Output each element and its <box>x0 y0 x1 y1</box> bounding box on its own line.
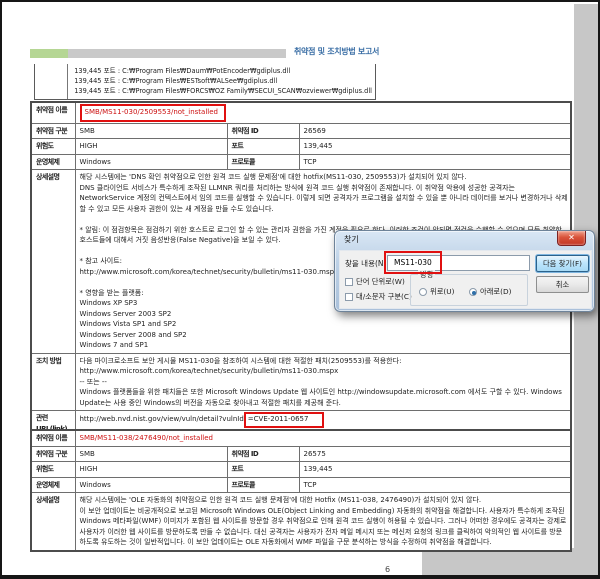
direction-down-label: 아래로(D) <box>480 287 512 296</box>
search-input[interactable]: MS11-030 <box>387 255 530 271</box>
table-row: 조치 방법 다음 마이크로소프트 보안 게시물 MS11-030을 참조하여 시스… <box>30 352 572 411</box>
red-annotation-box-cve-id: =CVE-2011-0657 <box>243 412 325 428</box>
red-annotation-box-vulnerability-name: SMB/MS11-030/2509553/not_installed <box>79 104 226 122</box>
row-label-cell: 위험도 <box>30 461 76 478</box>
find-dialog: 찾기 ✕ 찾을 내용(N): MS11-030 다음 찾기(F) 취소 단어 단… <box>334 230 595 312</box>
table-row: 취약점 구분 SMB 취약점 ID 26569 <box>30 122 572 139</box>
row-value-cell: 해당 시스템에는 'OLE 자동화의 취약점으로 인한 원격 코드 실행 문제점… <box>74 492 572 551</box>
row-label-cell: 상세설명 <box>30 169 76 354</box>
find-dialog-title: 찾기 <box>344 235 359 244</box>
row-label-cell: 상세설명 <box>30 492 76 551</box>
text-line: 이 보안 업데이트는 비공개적으로 보고된 Microsoft Windows … <box>79 506 567 547</box>
text-line <box>80 214 569 225</box>
direction-down-radio[interactable]: 아래로(D) <box>469 287 511 297</box>
continuation-label-cell <box>35 64 69 99</box>
match-case-checkbox[interactable]: 대/소문자 구분(C) <box>345 292 412 302</box>
page-number: 6 <box>385 565 391 574</box>
continuation-line: 139,445 포트 : C:₩Program Files₩Daum₩PotEn… <box>74 67 291 75</box>
header-rule-bar <box>30 49 286 58</box>
text-line: 다음 마이크로소프트 보안 게시물 MS11-030을 참조하여 시스템에 대한… <box>79 356 402 365</box>
row-value-cell: HIGH <box>74 138 228 155</box>
app-background-bottom-right <box>422 548 576 575</box>
checkbox-icon[interactable] <box>345 278 353 286</box>
text-line: Windows Server 2008 and SP2 <box>79 330 187 339</box>
text-line: -- 또는 -- <box>79 377 107 386</box>
row-value-cell: SMB/MS11-030/2509553/not_installed <box>74 101 572 124</box>
host-extract-continuation-table: 139,445 포트 : C:₩Program Files₩Daum₩PotEn… <box>34 64 376 100</box>
row-value-cell: SMB <box>74 122 228 139</box>
row-label-cell: 포트 <box>226 461 300 478</box>
report-page: 취약점 및 조치방법 보고서 139,445 포트 : C:₩Program F… <box>0 0 600 579</box>
text-line: http://web.nvd.nist.gov/view/vuln/detail… <box>80 412 569 428</box>
row-value-cell: 26569 <box>298 122 572 139</box>
find-dialog-body: 찾을 내용(N): MS11-030 다음 찾기(F) 취소 단어 단위로(W)… <box>339 250 592 309</box>
search-label: 찾을 내용(N): <box>345 259 389 268</box>
table-row: 상세설명 해당 시스템에는 'OLE 자동화의 취약점으로 인한 원격 코드 실행… <box>30 492 572 551</box>
row-label-cell: 취약점 구분 <box>30 445 76 462</box>
row-label-cell: 취약점 ID <box>226 122 300 139</box>
text-line: DNS 클라이언트 서비스가 특수하게 조작된 LLMNR 쿼리를 처리하는 방… <box>79 183 568 213</box>
row-value-cell: Windows <box>74 476 228 493</box>
row-value-cell: 139,445 <box>298 138 572 155</box>
row-value-cell: 26575 <box>298 445 572 462</box>
continuation-line: 139,445 포트 : C:₩Program Files₩FORCS₩OZ F… <box>74 87 372 95</box>
row-value-cell: TCP <box>298 476 572 493</box>
row-label-cell: 취약점 이름 <box>30 101 76 124</box>
row-label-cell: 프로토콜 <box>226 153 300 170</box>
row-label-cell: 위험도 <box>30 138 76 155</box>
table-row: 취약점 이름 SMB/MS11-038/2476490/not_installed <box>30 429 572 447</box>
radio-unselected-icon[interactable] <box>419 288 427 296</box>
close-icon[interactable]: ✕ <box>557 231 586 246</box>
match-case-label: 대/소문자 구분(C) <box>356 292 412 301</box>
direction-up-label: 위로(U) <box>430 287 455 296</box>
vulnerability-table-2: 취약점 이름 SMB/MS11-038/2476490/not_installed… <box>30 429 573 552</box>
table-row: 위험도 HIGH 포트 139,445 <box>30 138 572 155</box>
row-value-cell: TCP <box>298 153 572 170</box>
continuation-port-path-list: 139,445 포트 : C:₩Program Files₩Daum₩PotEn… <box>68 64 375 99</box>
text-line: http://www.microsoft.com/korea/technet/s… <box>79 367 339 375</box>
table-row: 운영체제 Windows 프로토콜 TCP <box>30 153 572 170</box>
row-label-cell: 운영체제 <box>30 476 76 493</box>
table-row: 취약점 구분 SMB 취약점 ID 26575 <box>30 445 572 462</box>
table-row: 취약점 이름 SMB/MS11-030/2509553/not_installed <box>30 101 572 124</box>
row-value-cell: Windows <box>74 153 228 170</box>
row-label-cell: 포트 <box>226 138 300 155</box>
row-label-cell: 취약점 ID <box>226 445 300 462</box>
header-accent-segment <box>30 49 68 58</box>
report-header-title: 취약점 및 조치방법 보고서 <box>294 47 380 56</box>
text-line: Windows 플랫폼들을 위한 패치들은 또한 Microsoft Windo… <box>79 388 562 407</box>
table-row: 위험도 HIGH 포트 139,445 <box>30 461 572 478</box>
table-row: 운영체제 Windows 프로토콜 TCP <box>30 476 572 493</box>
whole-word-checkbox[interactable]: 단어 단위로(W) <box>345 277 405 287</box>
direction-groupbox: 방향 위로(U) 아래로(D) <box>410 270 528 306</box>
row-value-cell: SMB <box>74 445 228 462</box>
row-label-cell: 운영체제 <box>30 153 76 170</box>
row-label-cell: 취약점 이름 <box>30 429 76 447</box>
find-next-button[interactable]: 다음 찾기(F) <box>536 255 589 272</box>
checkbox-icon[interactable] <box>345 293 353 301</box>
text-line: Windows 7 and SP1 <box>79 341 149 349</box>
row-label-cell: 조치 방법 <box>30 352 76 411</box>
vulnerability-name-value: SMB/MS11-038/2476490/not_installed <box>79 434 213 442</box>
row-label-cell: 취약점 구분 <box>30 122 76 139</box>
row-value-cell: 139,445 <box>298 461 572 478</box>
text-line: 해당 시스템에는 'DNS 확인 취약점으로 인한 원격 코드 실행 문제점'에… <box>79 173 467 181</box>
radio-selected-icon[interactable] <box>469 288 477 296</box>
row-value-cell: HIGH <box>74 461 228 478</box>
text-line: 해당 시스템에는 'OLE 자동화의 취약점으로 인한 원격 코드 실행 문제점… <box>79 496 482 504</box>
text-line: Windows Vista SP1 and SP2 <box>79 320 177 328</box>
direction-up-radio[interactable]: 위로(U) <box>419 287 454 297</box>
cancel-button[interactable]: 취소 <box>536 276 589 293</box>
whole-word-label: 단어 단위로(W) <box>356 277 405 286</box>
row-label-cell: 프로토콜 <box>226 476 300 493</box>
continuation-line: 139,445 포트 : C:₩Program Files₩ESTsoft₩AL… <box>74 77 278 85</box>
row-value-cell: 다음 마이크로소프트 보안 게시물 MS11-030을 참조하여 시스템에 대한… <box>74 352 572 411</box>
row-value-cell: SMB/MS11-038/2476490/not_installed <box>74 429 572 447</box>
direction-group-label: 방향 <box>418 270 436 280</box>
